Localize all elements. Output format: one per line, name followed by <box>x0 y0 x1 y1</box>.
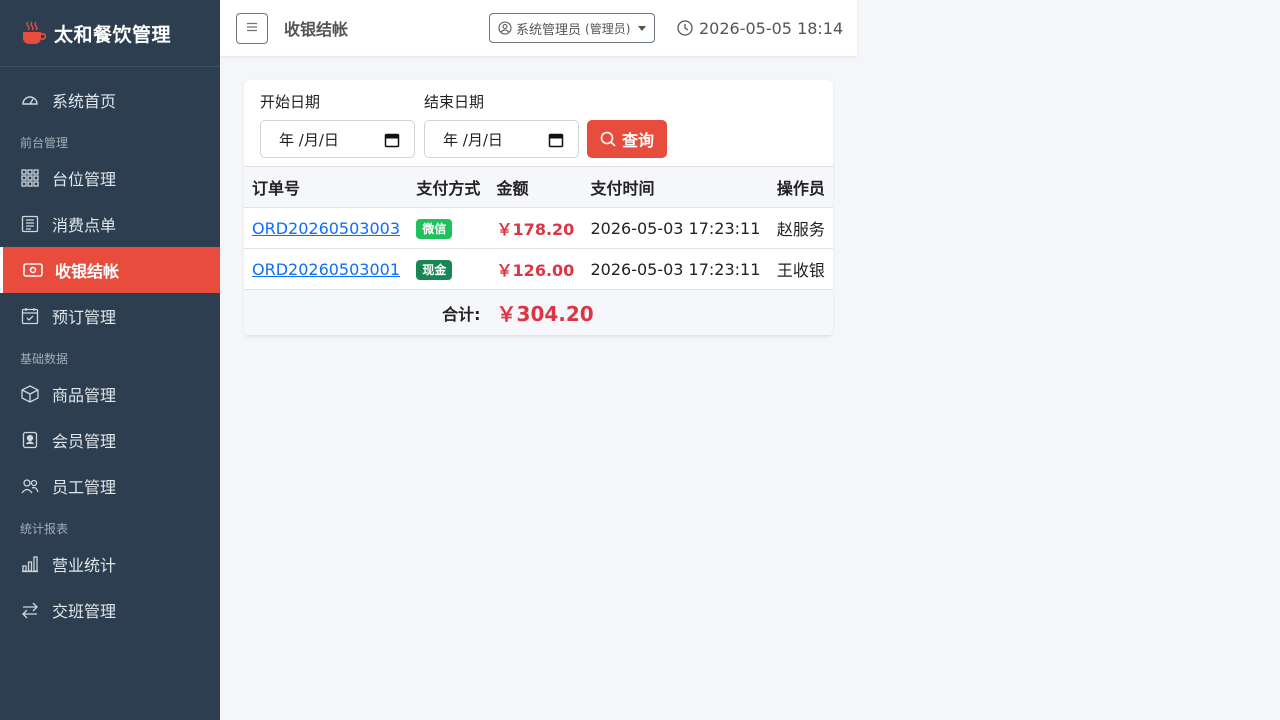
payments-table: 订单号 支付方式 金额 支付时间 操作员 ORD20260503003 微信 ￥… <box>244 166 833 336</box>
grid-icon <box>20 168 40 188</box>
total-value: ￥304.20 <box>488 289 833 336</box>
clock: 2026-05-05 18:14 <box>677 0 843 56</box>
user-circle-icon <box>498 21 512 35</box>
box-icon <box>20 384 40 404</box>
order-link[interactable]: ORD20260503003 <box>252 219 400 238</box>
col-operator: 操作员 <box>768 166 833 208</box>
pay-time-cell: 2026-05-03 17:23:11 <box>582 248 769 290</box>
sidebar-item-label: 消费点单 <box>52 216 117 235</box>
page-title: 收银结帐 <box>284 20 349 39</box>
amount-cell: ￥126.00 <box>488 248 583 290</box>
col-pay-time: 支付时间 <box>582 166 769 208</box>
filter-bar: 开始日期 结束日期 年 /月/日 年 /月/日 查询 <box>244 80 833 166</box>
col-order: 订单号 <box>244 166 409 208</box>
sidebar-item-dashboard[interactable]: 系统首页 <box>0 77 220 123</box>
people-icon <box>20 476 40 496</box>
pay-method-badge: 现金 <box>416 259 453 280</box>
query-button[interactable]: 查询 <box>587 120 667 158</box>
total-label: 合计: <box>244 289 489 336</box>
sidebar-item-label: 台位管理 <box>52 170 117 189</box>
sidebar-item-label: 预订管理 <box>52 308 117 327</box>
cash-icon <box>23 260 43 280</box>
chevron-down-icon <box>638 25 647 31</box>
sidebar-item-sales-stats[interactable]: 营业统计 <box>0 541 220 587</box>
hamburger-icon <box>246 20 258 36</box>
pay-time-cell: 2026-05-03 17:23:11 <box>582 207 769 249</box>
sidebar-item-orders[interactable]: 消费点单 <box>0 201 220 247</box>
sidebar-section-reports: 统计报表 <box>20 522 69 536</box>
sidebar-item-label: 交班管理 <box>52 602 117 621</box>
sidebar-nav: 系统首页 前台管理 台位管理 消费点单 收银结帐 预订管理 基础数据 商品管理 … <box>0 67 220 633</box>
user-dropdown[interactable]: 系统管理员 (管理员) <box>489 13 656 43</box>
pay-method-cell: 微信 <box>408 207 489 249</box>
sidebar-item-label: 营业统计 <box>52 556 117 575</box>
sidebar: 太和餐饮管理 系统首页 前台管理 台位管理 消费点单 收银结帐 预订管理 基础数… <box>0 0 220 720</box>
end-date-input[interactable]: 年 /月/日 <box>424 120 579 158</box>
sidebar-item-label: 员工管理 <box>52 478 117 497</box>
swap-arrows-icon <box>20 600 40 620</box>
pay-method-badge: 微信 <box>416 218 453 239</box>
search-icon <box>600 131 616 147</box>
operator-cell: 赵服务 <box>768 207 833 249</box>
user-name: 系统管理员 <box>516 22 582 38</box>
col-pay-method: 支付方式 <box>408 166 489 208</box>
start-date-label: 开始日期 <box>260 93 321 111</box>
table-row: ORD20260503003 微信 ￥178.20 2026-05-03 17:… <box>244 207 833 249</box>
sidebar-item-reservations[interactable]: 预订管理 <box>0 293 220 339</box>
datetime-text: 2026-05-05 18:14 <box>699 18 844 38</box>
sidebar-item-label: 会员管理 <box>52 432 117 451</box>
col-amount: 金额 <box>488 166 583 208</box>
topbar: 收银结帐 系统管理员 (管理员) 2026-05-05 18:14 <box>220 0 857 56</box>
member-card-icon <box>20 430 40 450</box>
sidebar-section-front: 前台管理 <box>20 136 69 150</box>
order-cell: ORD20260503003 <box>244 207 409 249</box>
sidebar-item-checkout[interactable]: 收银结帐 <box>0 247 220 293</box>
end-date-value: 年 /月/日 <box>443 130 503 149</box>
sidebar-item-products[interactable]: 商品管理 <box>0 371 220 417</box>
bar-chart-icon <box>20 554 40 574</box>
start-date-input[interactable]: 年 /月/日 <box>260 120 415 158</box>
sidebar-item-label: 收银结帐 <box>55 262 120 281</box>
sidebar-item-members[interactable]: 会员管理 <box>0 417 220 463</box>
start-date-value: 年 /月/日 <box>279 130 339 149</box>
checkout-card: 开始日期 结束日期 年 /月/日 年 /月/日 查询 订单号 支付方式 金额 支… <box>244 80 833 336</box>
total-row: 合计: ￥304.20 <box>244 289 833 336</box>
sidebar-item-staff[interactable]: 员工管理 <box>0 463 220 509</box>
order-link[interactable]: ORD20260503001 <box>252 260 400 279</box>
brand[interactable]: 太和餐饮管理 <box>0 0 220 67</box>
sidebar-section-base: 基础数据 <box>20 352 69 366</box>
app-title: 太和餐饮管理 <box>54 23 172 46</box>
operator-cell: 王收银 <box>768 248 833 290</box>
sidebar-item-tables[interactable]: 台位管理 <box>0 155 220 201</box>
dashboard-icon <box>20 90 40 110</box>
amount-cell: ￥178.20 <box>488 207 583 249</box>
table-row: ORD20260503001 现金 ￥126.00 2026-05-03 17:… <box>244 248 833 290</box>
table-header-row: 订单号 支付方式 金额 支付时间 操作员 <box>244 166 833 208</box>
sidebar-item-label: 商品管理 <box>52 386 117 405</box>
end-date-label: 结束日期 <box>424 93 485 111</box>
clock-icon <box>677 20 693 36</box>
order-cell: ORD20260503001 <box>244 248 409 290</box>
calendar-icon[interactable] <box>548 132 564 152</box>
pay-method-cell: 现金 <box>408 248 489 290</box>
query-button-label: 查询 <box>621 131 654 150</box>
calendar-icon[interactable] <box>384 132 400 152</box>
sidebar-item-shifts[interactable]: 交班管理 <box>0 587 220 633</box>
calendar-check-icon <box>20 306 40 326</box>
coffee-cup-icon <box>20 20 46 46</box>
sidebar-toggle-button[interactable] <box>236 12 268 44</box>
receipt-icon <box>20 214 40 234</box>
user-role: (管理员) <box>585 21 631 36</box>
sidebar-item-label: 系统首页 <box>52 92 117 111</box>
